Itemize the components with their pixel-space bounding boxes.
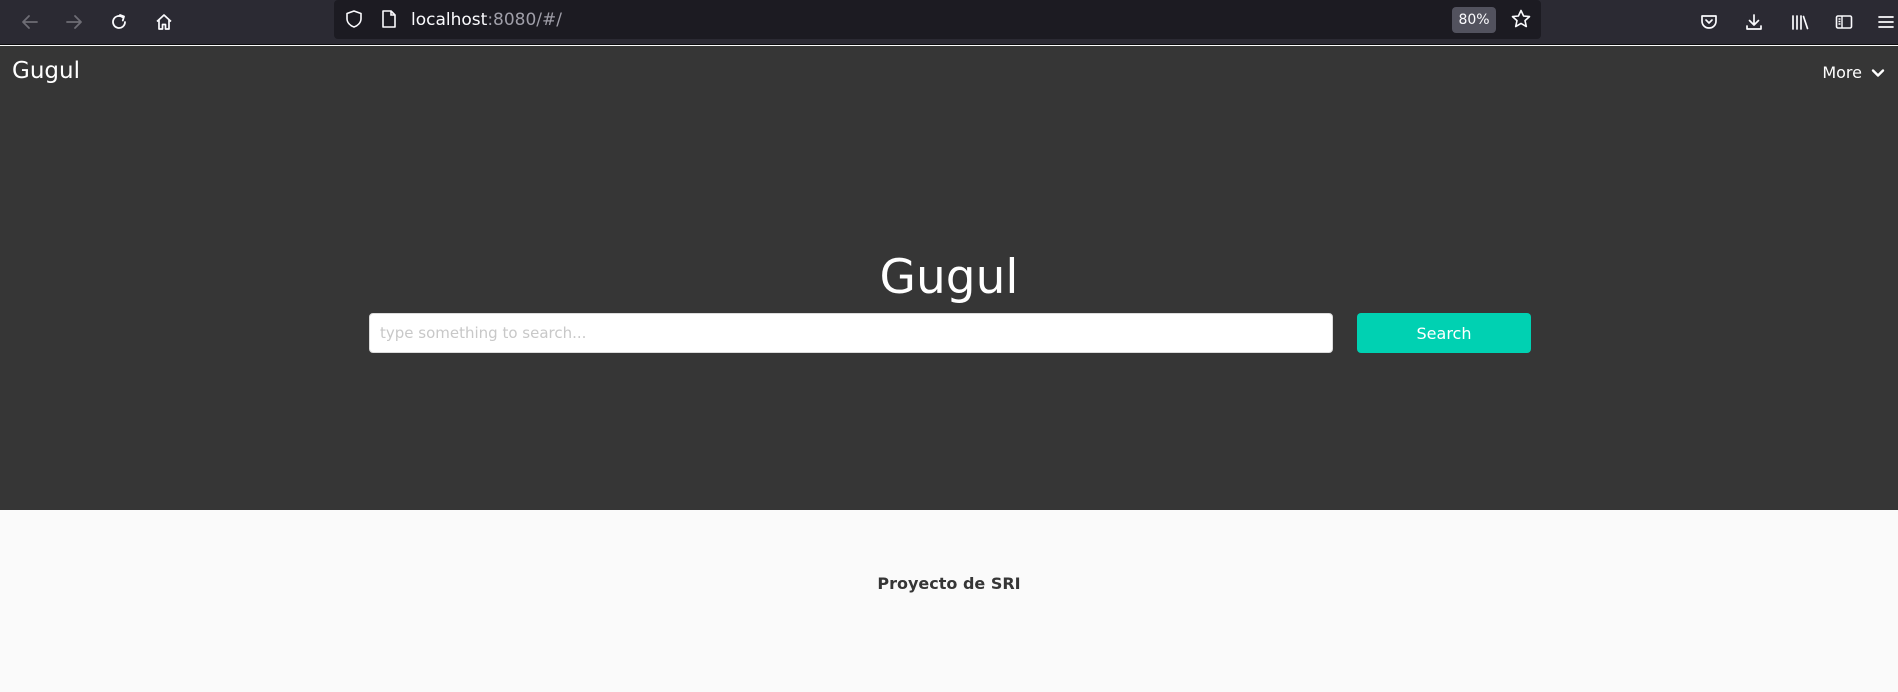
url-bar[interactable]: localhost:8080/#/ 80% <box>334 0 1541 39</box>
browser-toolbar: localhost:8080/#/ 80% <box>0 0 1898 45</box>
search-input[interactable] <box>369 313 1333 353</box>
menu-button[interactable] <box>1871 7 1898 37</box>
shield-icon[interactable] <box>344 9 364 29</box>
back-button[interactable] <box>15 7 45 37</box>
page-title: Gugul <box>879 250 1019 305</box>
pocket-button[interactable] <box>1694 7 1724 37</box>
forward-button[interactable] <box>59 7 89 37</box>
menu-icon <box>1878 16 1894 28</box>
home-icon <box>156 14 172 30</box>
home-button[interactable] <box>149 7 179 37</box>
sidebar-button[interactable] <box>1829 7 1859 37</box>
downloads-button[interactable] <box>1739 7 1769 37</box>
footer-text: Proyecto de SRI <box>877 574 1021 593</box>
reload-button[interactable] <box>104 7 134 37</box>
search-button[interactable]: Search <box>1357 313 1531 353</box>
reload-icon <box>112 14 126 29</box>
zoom-badge[interactable]: 80% <box>1452 7 1496 33</box>
more-dropdown[interactable]: More <box>1822 63 1886 82</box>
page-icon[interactable] <box>380 9 398 29</box>
sidebar-icon <box>1835 15 1853 29</box>
star-icon[interactable] <box>1510 8 1532 30</box>
library-icon <box>1792 15 1809 30</box>
navbar: Gugul More <box>0 46 1898 100</box>
forward-icon <box>66 15 82 29</box>
more-label: More <box>1822 63 1862 82</box>
hero-section: Gugul Search <box>0 100 1898 510</box>
navbar-brand[interactable]: Gugul <box>12 58 80 84</box>
footer: Proyecto de SRI <box>0 510 1898 692</box>
download-icon <box>1746 14 1762 30</box>
library-button[interactable] <box>1785 7 1815 37</box>
url-text[interactable]: localhost:8080/#/ <box>411 10 562 30</box>
back-icon <box>22 15 38 29</box>
chevron-down-icon <box>1871 68 1885 77</box>
pocket-icon <box>1701 15 1717 29</box>
